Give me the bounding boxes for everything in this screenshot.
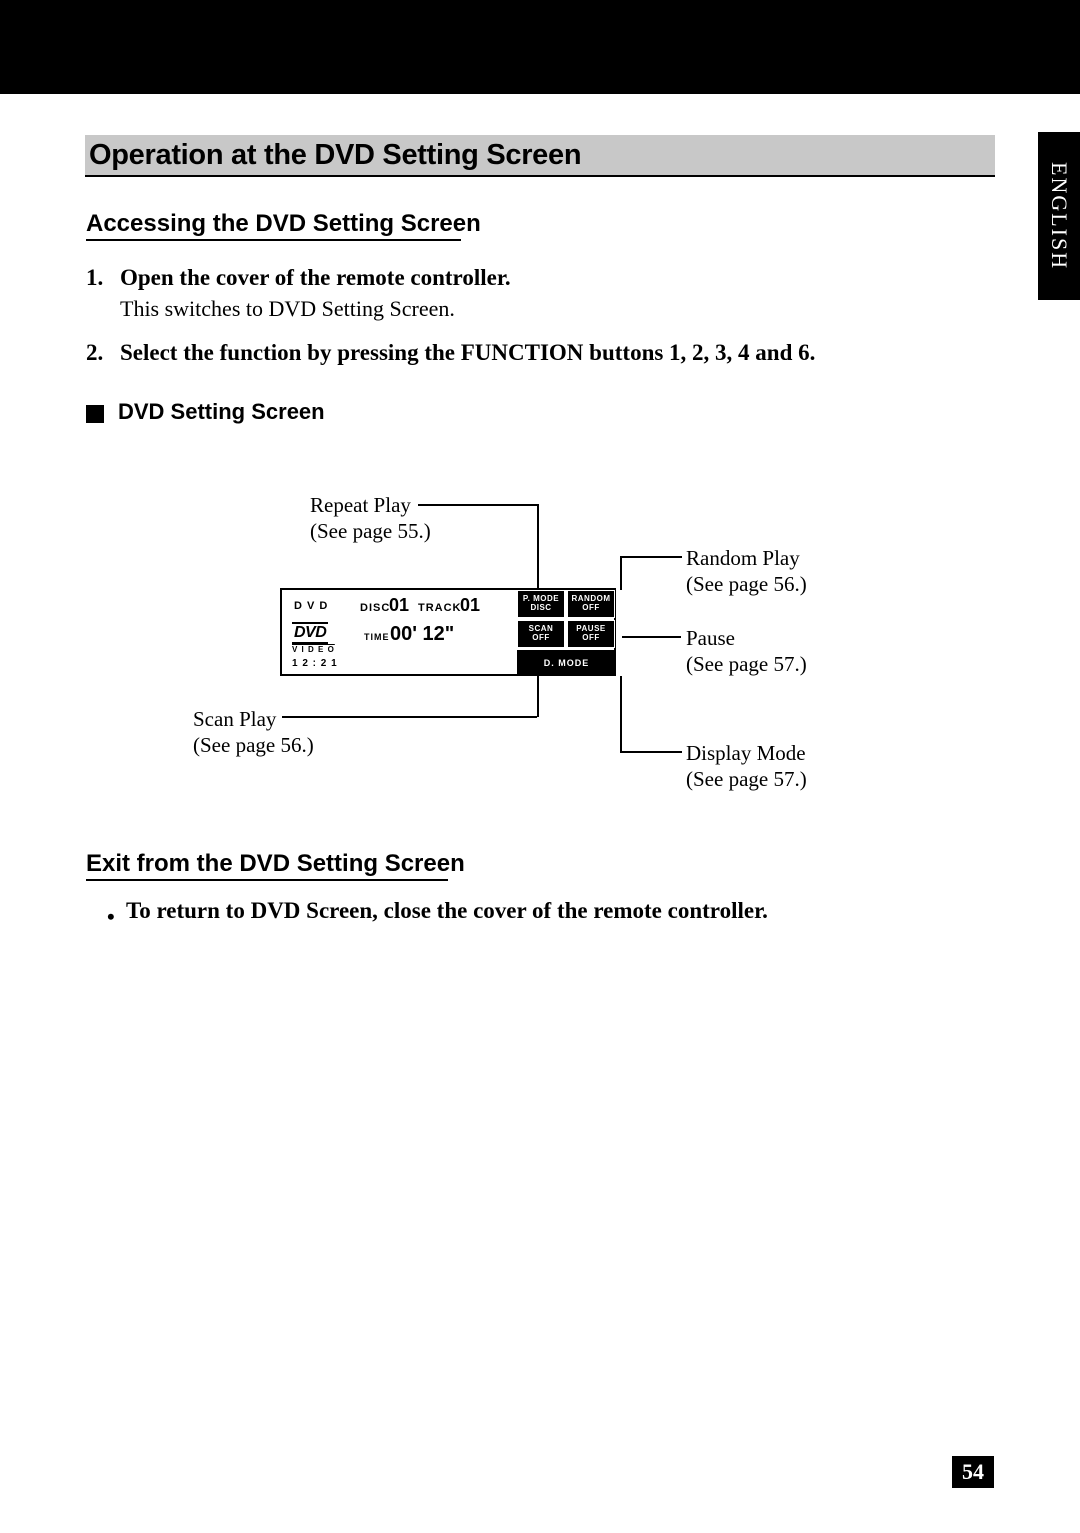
sub-heading-dvd-setting-screen: DVD Setting Screen [118, 399, 325, 425]
callout-display-mode: Display Mode (See page 57.) [686, 740, 807, 793]
heading-accessing-underline [86, 239, 461, 241]
step1-number: 1. [86, 265, 103, 291]
bullet-dot: • [107, 904, 115, 930]
heading-exit-underline [86, 879, 448, 881]
callout-pause-l2: (See page 57.) [686, 652, 807, 676]
sk-pmode-l2: DISC [530, 604, 551, 613]
callout-scan-l1: Scan Play [193, 707, 276, 731]
sk-random-l2: OFF [582, 604, 600, 613]
main-heading-text: Operation at the DVD Setting Screen [89, 139, 581, 172]
heading-exit: Exit from the DVD Setting Screen [86, 850, 465, 880]
callout-repeat-l2: (See page 55.) [310, 519, 431, 543]
callout-random: Random Play (See page 56.) [686, 545, 807, 598]
top-black-bar [0, 0, 1080, 94]
callout-repeat-l1: Repeat Play [310, 493, 411, 517]
sk-pause-l2: OFF [582, 634, 600, 643]
softkey-scan: SCAN OFF [517, 620, 565, 648]
leader-line [620, 556, 682, 558]
lcd-clock: 1 2 : 2 1 [292, 658, 338, 669]
callout-scan: Scan Play (See page 56.) [193, 706, 314, 759]
callout-scan-l2: (See page 56.) [193, 733, 314, 757]
callout-pause-l1: Pause [686, 626, 735, 650]
exit-bullet-text: To return to DVD Screen, close the cover… [126, 898, 768, 924]
lcd-screen: D V D DISC 01 TRACK 01 DVD V I D E O 1 2… [280, 588, 616, 676]
leader-line [282, 716, 537, 718]
sk-scan-l2: OFF [532, 634, 550, 643]
step1-desc: This switches to DVD Setting Screen. [120, 296, 455, 322]
step1-text: Open the cover of the remote controller. [120, 265, 511, 291]
softkey-pause: PAUSE OFF [567, 620, 615, 648]
square-bullet-icon [86, 405, 104, 423]
leader-line [620, 676, 622, 751]
softkey-dmode: D. MODE [517, 650, 616, 676]
softkey-random: RANDOM OFF [567, 590, 615, 618]
callout-dmode-l1: Display Mode [686, 741, 806, 765]
leader-line [620, 556, 622, 590]
language-tab: ENGLISH [1038, 132, 1080, 300]
lcd-track-label: TRACK [418, 602, 462, 614]
main-heading-banner: Operation at the DVD Setting Screen [85, 135, 995, 177]
dvd-video-sublabel: V I D E O [292, 645, 335, 654]
sk-dmode-label: D. MODE [544, 658, 590, 668]
lcd-disc-num: 01 [389, 595, 409, 616]
softkey-pmode: P. MODE DISC [517, 590, 565, 618]
lcd-time-value: 00' 12" [390, 623, 454, 646]
lcd-disc-label: DISC [360, 602, 390, 614]
callout-dmode-l2: (See page 57.) [686, 767, 807, 791]
callout-repeat: Repeat Play (See page 55.) [310, 492, 431, 545]
callout-pause: Pause (See page 57.) [686, 625, 807, 678]
lcd-dvd-label: D V D [294, 600, 328, 612]
lcd-track-num: 01 [460, 595, 480, 616]
leader-line [622, 636, 681, 638]
dvd-video-logo: DVD [292, 622, 328, 644]
step2-text: Select the function by pressing the FUNC… [120, 340, 815, 366]
leader-line [620, 751, 682, 753]
softkey-column: P. MODE DISC RANDOM OFF SCAN OFF PAUSE O… [516, 589, 618, 677]
page-number: 54 [952, 1456, 994, 1488]
lcd-time-label: TIME [364, 632, 390, 642]
leader-line [537, 504, 539, 590]
callout-random-l2: (See page 56.) [686, 572, 807, 596]
heading-accessing: Accessing the DVD Setting Screen [86, 210, 481, 240]
step2-number: 2. [86, 340, 103, 366]
leader-line [537, 676, 539, 717]
callout-random-l1: Random Play [686, 546, 800, 570]
language-label: ENGLISH [1046, 162, 1072, 270]
leader-line [418, 504, 538, 506]
